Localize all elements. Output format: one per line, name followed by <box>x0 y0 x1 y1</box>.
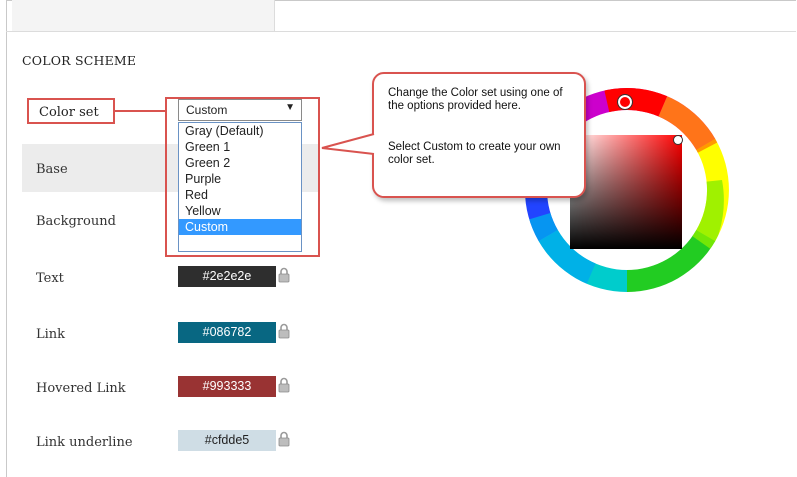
row-label-background: Background <box>36 214 116 229</box>
option-custom[interactable]: Custom <box>179 219 301 235</box>
top-tab[interactable] <box>12 0 275 31</box>
row-label-base: Base <box>36 162 68 177</box>
option-green-2[interactable]: Green 2 <box>179 155 301 171</box>
color-set-select[interactable]: Custom ▼ <box>178 99 302 121</box>
row-label-link: Link <box>36 327 66 342</box>
text-color-swatch[interactable]: #2e2e2e <box>178 266 276 287</box>
top-bar <box>6 0 796 32</box>
label-connector <box>115 110 165 112</box>
color-set-label: Color set <box>39 105 99 120</box>
option-gray-default[interactable]: Gray (Default) <box>179 123 301 139</box>
link-color-swatch[interactable]: #086782 <box>178 322 276 343</box>
color-set-label-box: Color set <box>27 98 115 124</box>
link-underline-color-swatch[interactable]: #cfdde5 <box>178 430 276 451</box>
callout-text-1: Change the Color set using one of the op… <box>388 87 563 112</box>
color-set-options-list[interactable]: Gray (Default) Green 1 Green 2 Purple Re… <box>178 122 302 252</box>
hovered-link-color-swatch[interactable]: #993333 <box>178 376 276 397</box>
callout-bubble: Change the Color set using one of the op… <box>372 72 586 198</box>
row-label-link-underline: Link underline <box>36 435 133 450</box>
shade-handle <box>673 135 683 145</box>
lock-icon[interactable] <box>278 431 290 447</box>
row-label-text: Text <box>36 271 64 286</box>
option-yellow[interactable]: Yellow <box>179 203 301 219</box>
row-label-hovered-link: Hovered Link <box>36 381 126 396</box>
lock-icon[interactable] <box>278 267 290 283</box>
lock-icon[interactable] <box>278 377 290 393</box>
option-red[interactable]: Red <box>179 187 301 203</box>
section-title: COLOR SCHEME <box>22 53 137 68</box>
callout-text-2: Select Custom to create your own color s… <box>388 141 561 166</box>
option-green-1[interactable]: Green 1 <box>179 139 301 155</box>
callout-pointer <box>321 133 375 155</box>
dropdown-arrow-icon[interactable]: ▼ <box>285 102 295 113</box>
lock-icon[interactable] <box>278 323 290 339</box>
color-set-selected-value: Custom <box>186 103 228 117</box>
option-purple[interactable]: Purple <box>179 171 301 187</box>
